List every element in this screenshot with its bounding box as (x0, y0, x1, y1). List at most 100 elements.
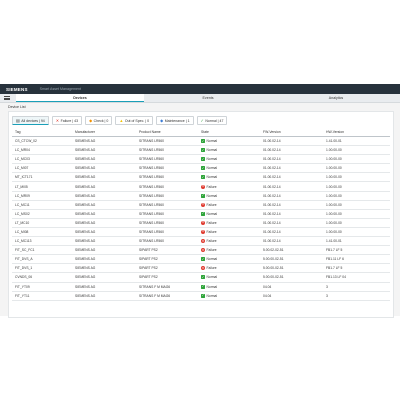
table-cell: 5.00.00-02-51 (263, 266, 284, 271)
normal-status-icon: ✓ (201, 174, 205, 180)
tab-analytics[interactable]: Analytics (272, 94, 400, 102)
table-row[interactable]: LC_MI08 SIEMENS AG SITRANS LR560 ✕ Failure 01… (12, 228, 390, 238)
table-cell: ✓ Normal (201, 211, 263, 216)
table-cell: FB1.7 LF 5 (326, 266, 343, 271)
table-row[interactable]: LT_MC10 SIEMENS AG SITRANS LR560 ✕ Failure 01… (12, 219, 390, 228)
table-cell: SIEMENS AG (75, 175, 96, 180)
table-cell: 1.00.00-00 (326, 193, 342, 198)
table-cell: SITRANS LR560 (139, 139, 164, 144)
failure-status-icon: ✕ (201, 220, 205, 225)
filter-chip[interactable]: ✓ Normal | 47 (196, 116, 228, 125)
table-cell: SIEMENS AG (75, 239, 96, 244)
table-cell: 3 (326, 284, 328, 289)
table-row[interactable]: LC_MC113 SIEMENS AG SITRANS LR560 ✕ Failure 0… (12, 237, 390, 247)
table-row[interactable]: FIT_DVS_A SIEMENS AG SIPART PS2 ✓ Normal 5.00… (12, 255, 390, 265)
status-text: Failure (206, 239, 217, 244)
table-cell: 1.00.00-00 (326, 166, 342, 171)
table-row[interactable]: LC_MC11 SIEMENS AG SITRANS LR560 ✕ Failure 01… (12, 201, 390, 210)
table-cell: 5.00.00-02-51 (263, 257, 284, 262)
status-text: Normal (206, 284, 218, 289)
table-cell: 01.00.02-14 (263, 157, 281, 162)
normal-status-icon: ✓ (201, 274, 205, 280)
table-row[interactable]: FIT_DVS_1 SIEMENS AG SIPART PS2 ✕ Failure 5.0… (12, 264, 390, 274)
table-cell: 5.00.00-02-51 (263, 275, 284, 280)
table-cell: 01.00.02-14 (263, 166, 281, 171)
maintenance-icon: ◆ (160, 117, 164, 123)
device-table: Tag Manufacturer Product Name State FW-Versi… (12, 128, 390, 301)
tab-devices[interactable]: Devices (16, 94, 144, 102)
table-cell: 1.00.00-00 (326, 148, 342, 153)
status-text: Normal (206, 157, 218, 162)
normal-status-icon: ✓ (201, 256, 205, 262)
status-text: Normal (206, 166, 218, 171)
status-text: Failure (206, 184, 217, 189)
table-cell: SIEMENS AG (75, 257, 96, 262)
table-cell: ✕ Failure (201, 220, 263, 225)
table-row[interactable]: FIT_SC_FC1 SIEMENS AG SIPART PS2 ✕ Failure 5.… (12, 246, 390, 256)
filter-chip[interactable]: ✕ Failure | 43 (51, 116, 83, 125)
column-header[interactable]: State (201, 130, 263, 134)
table-row[interactable]: LT_MI05 SIEMENS AG SITRANS LR560 ✕ Failure 01… (12, 182, 390, 192)
table-row[interactable]: LC_MR09 SIEMENS AG SITRANS LR560 ✓ Normal 01.… (12, 192, 390, 201)
devices-icon: ▤ (16, 117, 20, 123)
table-row[interactable]: LC_MC03 SIEMENS AG SITRANS LR560 ✓ Normal 01.… (12, 155, 390, 165)
column-header[interactable]: Manufacturer (75, 130, 139, 134)
table-cell: 1.00.00-00 (326, 220, 342, 225)
filter-bar: ▤ All devices | 94 ✕ Failure | 43 ◆ Check | 0… (12, 116, 228, 125)
column-header[interactable]: Product Name (139, 130, 201, 134)
normal-status-icon: ✓ (201, 138, 205, 144)
filter-chip-label: Maintenance | 1 (164, 118, 190, 123)
table-row[interactable]: MT_ICT171 SIEMENS AG SITRANS LR560 ✓ Normal 0… (12, 173, 390, 183)
warning-icon: ▲ (119, 117, 124, 123)
table-cell: ✕ Failure (201, 184, 263, 189)
table-cell: MT_ICT171 (15, 175, 33, 180)
normal-status-icon: ✓ (201, 147, 205, 153)
table-cell: ✓ Normal (201, 274, 263, 280)
table-cell: SIEMENS AG (75, 266, 96, 271)
failure-status-icon: ✕ (201, 229, 205, 234)
status-text: Failure (206, 266, 217, 271)
table-row[interactable]: FIT_YT09 SIEMENS AG SITRANS F M MAG6 ✓ Norma… (12, 283, 390, 292)
table-cell: ✓ Normal (201, 284, 263, 289)
table-cell: 01.00.02-14 (263, 220, 281, 225)
column-header[interactable]: HW-Version (326, 130, 386, 134)
device-list-card: ▤ All devices | 94 ✕ Failure | 43 ◆ Check | 0… (8, 111, 394, 318)
table-cell: 01.00.02-14 (263, 239, 281, 244)
status-text: Normal (206, 257, 218, 262)
filter-chip[interactable]: ▲ Out of Spec. | 0 (115, 116, 154, 125)
status-text: Normal (206, 139, 218, 144)
table-cell: CS_CTCW_02 (15, 139, 37, 144)
tab-events[interactable]: Events (144, 94, 272, 102)
table-body: CS_CTCW_02 SIEMENS AG SITRANS LR560 ✓ Normal… (12, 137, 390, 301)
normal-status-icon: ✓ (201, 165, 205, 171)
table-cell: SITRANS LR560 (139, 220, 164, 225)
table-cell: ✓ Normal (201, 156, 263, 162)
table-cell: SIEMENS AG (75, 211, 96, 216)
table-cell: 01.00.02-14 (263, 211, 281, 216)
table-cell: 1.41.00-01 (326, 239, 342, 244)
table-row[interactable]: LC_MS02 SIEMENS AG SITRANS LR560 ✓ Normal 01.… (12, 210, 390, 219)
table-row[interactable]: CS_CTCW_02 SIEMENS AG SITRANS LR560 ✓ Normal… (12, 137, 390, 147)
failure-status-icon: ✕ (201, 238, 205, 244)
table-cell: 01.00.02-14 (263, 175, 281, 180)
menu-icon[interactable] (0, 94, 16, 102)
table-row[interactable]: LC_MR04 SIEMENS AG SITRANS LR560 ✓ Normal 01.… (12, 146, 390, 156)
filter-chip[interactable]: ◆ Maintenance | 1 (156, 116, 194, 125)
table-cell: 1.00.00-00 (326, 229, 342, 234)
table-cell: FB1.13 LF 04 (326, 275, 346, 280)
table-cell: 3 (326, 293, 328, 298)
normal-status-icon: ✓ (201, 156, 205, 162)
table-row[interactable]: LC_MI07 SIEMENS AG SITRANS LR560 ✓ Normal 01.… (12, 164, 390, 174)
filter-chip[interactable]: ◆ Check | 0 (85, 116, 113, 125)
brand-logo: SIEMENS (6, 86, 28, 92)
table-cell: 01.00.02-14 (263, 139, 281, 144)
table-row[interactable]: CVNDS_06 SIEMENS AG SIPART PS2 ✓ Normal 5.00.… (12, 273, 390, 283)
normal-status-icon: ✓ (201, 211, 205, 216)
table-row[interactable]: FIT_YT11 SIEMENS AG SITRANS F M MAG6 ✓ Norma… (12, 292, 390, 301)
table-cell: FIT_DVS_A (15, 257, 33, 262)
column-header[interactable]: FW-Version (263, 130, 326, 134)
table-cell: SIEMENS AG (75, 148, 96, 153)
table-cell: SIEMENS AG (75, 220, 96, 225)
column-header[interactable]: Tag (12, 130, 75, 134)
filter-chip[interactable]: ▤ All devices | 94 (12, 116, 49, 125)
